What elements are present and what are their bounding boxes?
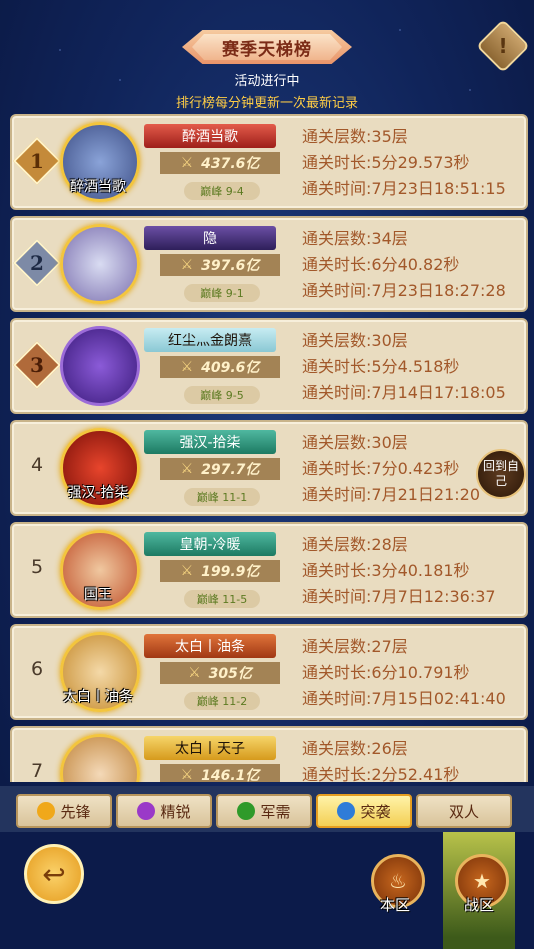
stats: 通关层数:34层 通关时长:6分40.82秒 通关时间:7月23日18:27:2…: [302, 226, 506, 304]
event-status: 活动进行中: [234, 74, 300, 89]
leaderboard-list[interactable]: 1 醉酒当歌 醉酒当歌 ⚔ 437.6亿 巅峰 9-4 通关层数:35层 通关时长…: [0, 112, 534, 782]
avatar[interactable]: [60, 734, 140, 782]
clear-duration: 通关时长:6分10.791秒: [302, 663, 470, 682]
stats: 通关层数:30层 通关时长:7分0.423秒 通关时间:7月21日21:20: [302, 430, 480, 508]
tab-duo[interactable]: 双人: [416, 794, 512, 828]
clear-time: 通关时间:7月7日12:36:37: [302, 587, 496, 606]
bottom-bar: ↩ ♨ 本区 ★ 战区: [0, 832, 534, 949]
nav-local-label: 本区: [379, 896, 410, 914]
leaderboard-row[interactable]: 5 国王 皇朝-冷暖 ⚔ 199.9亿 巅峰 11-5 通关层数:28层 通关时长…: [10, 522, 528, 618]
rank-number: 6: [30, 658, 44, 680]
clear-time: 通关时间:7月23日18:51:15: [302, 179, 506, 198]
rank-badge-bronze: 3: [12, 340, 62, 390]
floors-cleared: 通关层数:35层: [302, 127, 408, 146]
tier-label: 巅峰 11-1: [184, 488, 260, 506]
clear-time: 通关时间:7月15日02:41:40: [302, 689, 506, 708]
page-title: 赛季天梯榜: [222, 39, 312, 60]
avatar[interactable]: [60, 326, 140, 406]
power-value: ⚔ 409.6亿: [160, 356, 280, 378]
swords-icon: ⚔: [180, 767, 194, 782]
leaderboard-row[interactable]: 6 太白丨油条 太白丨油条 ⚔ 305亿 巅峰 11-2 通关层数:27层 通关时…: [10, 624, 528, 720]
tier-label: 巅峰 9-1: [184, 284, 260, 302]
swords-icon: ⚔: [188, 665, 201, 681]
rank-badge-silver: 2: [12, 238, 62, 288]
power-value: ⚔ 397.6亿: [160, 254, 280, 276]
clear-duration: 通关时长:2分52.41秒: [302, 765, 460, 782]
tab-vanguard[interactable]: 先锋: [16, 794, 112, 828]
power-value: ⚔ 199.9亿: [160, 560, 280, 582]
clear-duration: 通关时长:6分40.82秒: [302, 255, 460, 274]
avatar-name: 强汉-拾柒: [67, 485, 129, 501]
power-value: ⚔ 305亿: [160, 662, 280, 684]
avatar-name: 醉酒当歌: [70, 179, 126, 195]
rank-number: 5: [30, 556, 44, 578]
sword-icon: [137, 802, 156, 820]
player-name: 太白丨天子: [144, 736, 276, 760]
stats: 通关层数:26层 通关时长:2分52.41秒: [302, 736, 459, 782]
leaderboard-row[interactable]: 3 红尘灬金朗熹 ⚔ 409.6亿 巅峰 9-5 通关层数:30层 通关时长:5分…: [10, 318, 528, 414]
tier-label: 巅峰 11-2: [184, 692, 260, 710]
leaderboard-row[interactable]: 7 太白丨天子 ⚔ 146.1亿 通关层数:26层 通关时长:2分52.41秒: [10, 726, 528, 782]
clear-duration: 通关时长:7分0.423秒: [302, 459, 460, 478]
clear-time: 通关时间:7月21日21:20: [302, 485, 481, 504]
player-name: 红尘灬金朗熹: [144, 328, 276, 352]
clear-duration: 通关时长:5分29.573秒: [302, 153, 470, 172]
tab-elite[interactable]: 精锐: [116, 794, 212, 828]
nav-battle-zone-label: 战区: [463, 896, 494, 914]
swords-icon: ⚔: [180, 155, 194, 171]
avatar[interactable]: [60, 224, 140, 304]
leaderboard-row[interactable]: 1 醉酒当歌 醉酒当歌 ⚔ 437.6亿 巅峰 9-4 通关层数:35层 通关时长…: [10, 114, 528, 210]
tier-label: 巅峰 11-5: [184, 590, 260, 608]
leaf-icon: [237, 802, 256, 820]
flame-icon: ♨: [389, 869, 407, 893]
leaderboard-row[interactable]: 2 隐 ⚔ 397.6亿 巅峰 9-1 通关层数:34层 通关时长:6分40.82…: [10, 216, 528, 312]
update-note: 排行榜每分钟更新一次最新记录: [175, 96, 358, 111]
stats: 通关层数:27层 通关时长:6分10.791秒 通关时间:7月15日02:41:…: [302, 634, 506, 712]
floors-cleared: 通关层数:27层: [302, 637, 408, 656]
swords-icon: ⚔: [180, 563, 194, 579]
clear-duration: 通关时长:5分4.518秒: [302, 357, 460, 376]
rank-number: 7: [30, 760, 44, 782]
floors-cleared: 通关层数:28层: [302, 535, 408, 554]
floors-cleared: 通关层数:34层: [302, 229, 408, 248]
clear-time: 通关时间:7月14日17:18:05: [302, 383, 506, 402]
stats: 通关层数:35层 通关时长:5分29.573秒 通关时间:7月23日18:51:…: [302, 124, 506, 202]
clear-duration: 通关时长:3分40.181秒: [302, 561, 470, 580]
player-name: 隐: [144, 226, 276, 250]
return-arrow-icon: ↩: [42, 857, 66, 891]
avatar-name: 国王: [84, 587, 112, 603]
trophy-icon: ★: [473, 869, 491, 893]
tab-supply[interactable]: 军需: [216, 794, 312, 828]
swords-icon: ⚔: [180, 359, 194, 375]
clear-time: 通关时间:7月23日18:27:28: [302, 281, 506, 300]
power-value: ⚔ 437.6亿: [160, 152, 280, 174]
tier-label: 巅峰 9-4: [184, 182, 260, 200]
leaderboard-row[interactable]: 4 强汉-拾柒 强汉-拾柒 ⚔ 297.7亿 巅峰 11-1 通关层数:30层 通…: [10, 420, 528, 516]
stats: 通关层数:30层 通关时长:5分4.518秒 通关时间:7月14日17:18:0…: [302, 328, 506, 406]
back-button[interactable]: ↩: [24, 844, 84, 904]
player-name: 太白丨油条: [144, 634, 276, 658]
exclamation-icon: !: [498, 34, 508, 58]
tier-label: 巅峰 9-5: [184, 386, 260, 404]
floors-cleared: 通关层数:30层: [302, 331, 408, 350]
swords-icon: ⚔: [180, 257, 194, 273]
tab-raid[interactable]: 突袭: [316, 794, 412, 828]
player-name: 醉酒当歌: [144, 124, 276, 148]
floors-cleared: 通关层数:26层: [302, 739, 408, 758]
page-title-plate: 赛季天梯榜: [182, 30, 352, 64]
player-name: 强汉-拾柒: [144, 430, 276, 454]
power-value: ⚔ 146.1亿: [160, 764, 280, 782]
avatar-name: 太白丨油条: [63, 689, 133, 705]
swords-icon: ⚔: [180, 461, 194, 477]
swirl-icon: [337, 802, 356, 820]
category-tabs: 先锋 精锐 军需 突袭 双人: [0, 786, 534, 832]
back-to-me-button[interactable]: 回到自己: [476, 449, 526, 499]
floors-cleared: 通关层数:30层: [302, 433, 408, 452]
power-value: ⚔ 297.7亿: [160, 458, 280, 480]
player-name: 皇朝-冷暖: [144, 532, 276, 556]
rank-number: 4: [30, 454, 44, 476]
shield-icon: [37, 802, 56, 820]
stats: 通关层数:28层 通关时长:3分40.181秒 通关时间:7月7日12:36:3…: [302, 532, 496, 610]
